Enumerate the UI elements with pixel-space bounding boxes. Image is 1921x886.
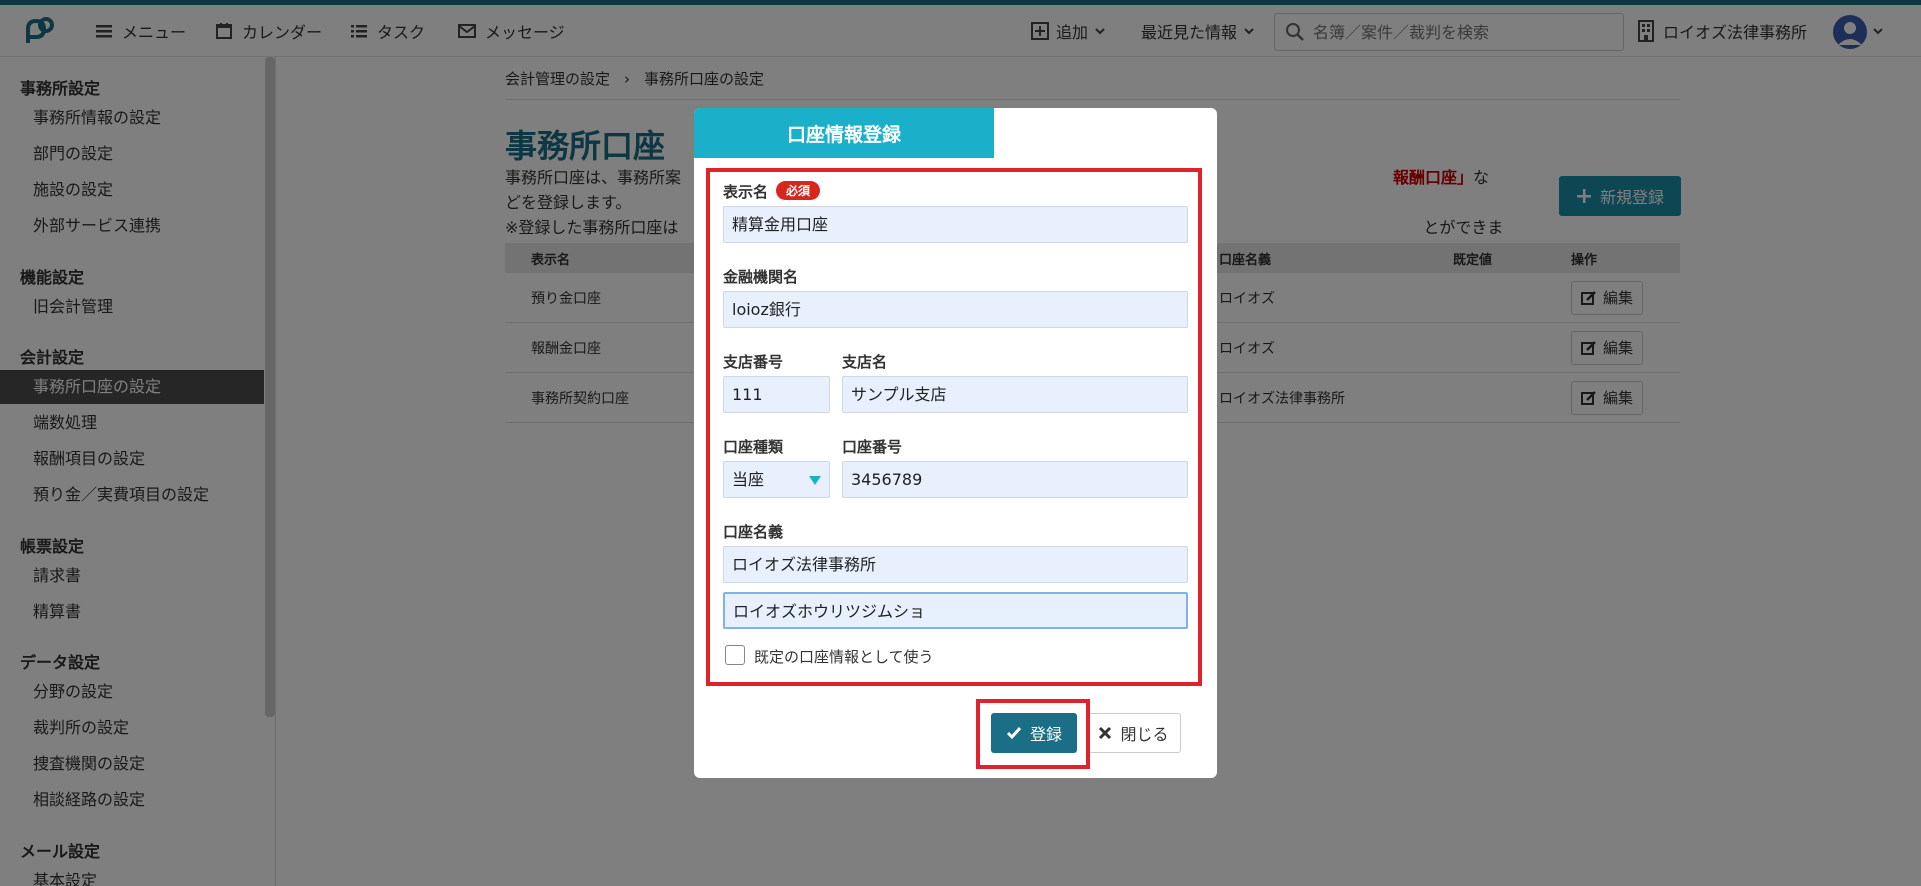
highlight-frame	[706, 168, 1202, 686]
modal-title: 口座情報登録	[694, 108, 994, 158]
highlight-frame	[976, 699, 1090, 769]
close-button[interactable]: 閉じる	[1086, 713, 1181, 753]
close-icon	[1099, 726, 1112, 740]
account-register-modal: 口座情報登録 表示名 必須 精算金用口座 金融機関名 loioz銀行 支店番号 1…	[694, 108, 1217, 778]
close-label: 閉じる	[1120, 725, 1169, 744]
